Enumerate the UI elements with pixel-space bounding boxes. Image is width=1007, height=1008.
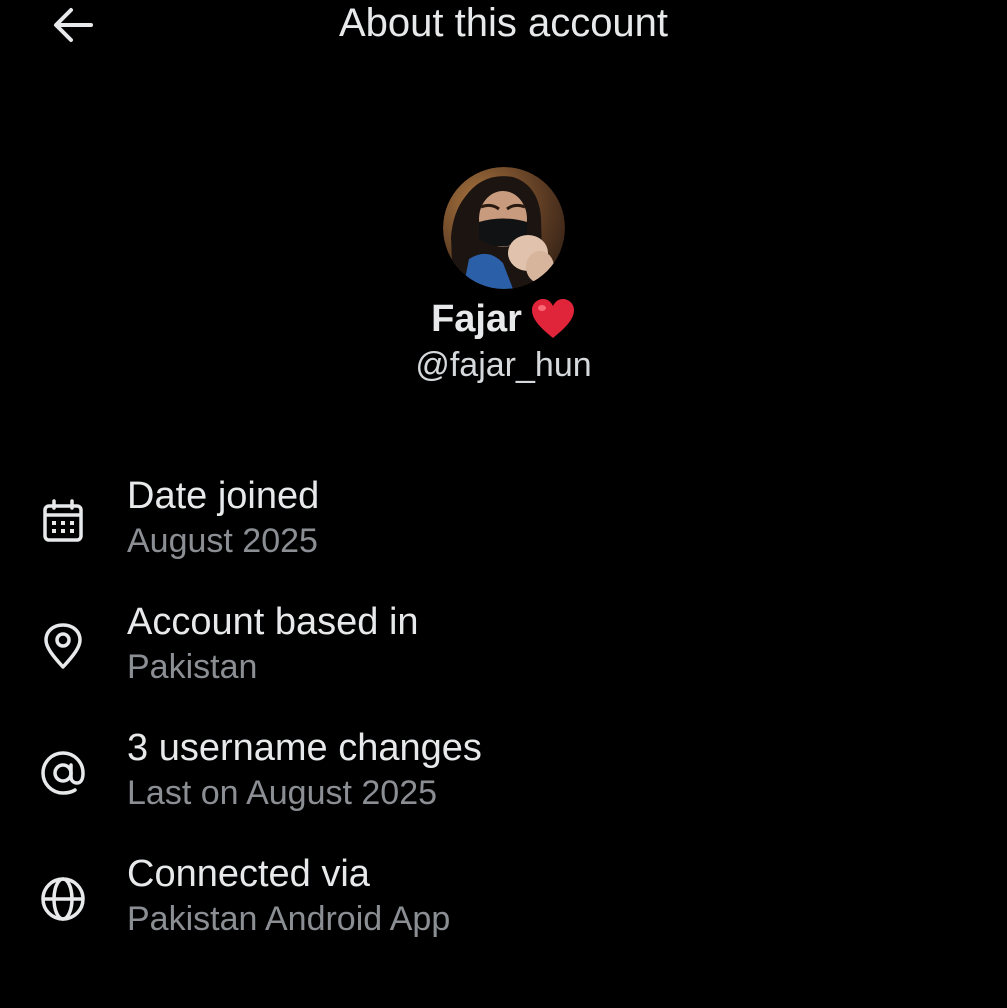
info-item-date-joined: Date joined August 2025 (0, 470, 1007, 596)
calendar-icon (43, 499, 83, 542)
info-title: Account based in (127, 601, 419, 643)
display-name-row: Fajar (0, 293, 1007, 345)
info-item-connected-via: Connected via Pakistan Android App (0, 848, 1007, 974)
info-title: Date joined (127, 475, 320, 517)
display-name: Fajar (431, 297, 522, 340)
account-info-list: Date joined August 2025 Account based in… (0, 470, 1007, 974)
avatar[interactable] (442, 167, 565, 289)
at-sign-icon (41, 751, 85, 795)
info-item-username-changes: 3 username changes Last on August 2025 (0, 722, 1007, 848)
globe-icon (41, 877, 85, 921)
info-subtitle: Pakistan (127, 648, 258, 686)
info-subtitle: Pakistan Android App (127, 900, 451, 938)
heart-icon (531, 299, 574, 338)
info-title: 3 username changes (127, 727, 482, 769)
page-title: About this account (338, 1, 669, 45)
profile-summary: Fajar @fajar_hun (0, 167, 1007, 385)
info-item-account-location: Account based in Pakistan (0, 596, 1007, 722)
location-pin-icon (44, 623, 82, 669)
info-subtitle: August 2025 (127, 522, 318, 560)
username-handle: @fajar_hun (415, 346, 592, 384)
info-title: Connected via (127, 853, 370, 895)
info-subtitle: Last on August 2025 (127, 774, 438, 812)
top-bar: About this account (0, 0, 1007, 60)
